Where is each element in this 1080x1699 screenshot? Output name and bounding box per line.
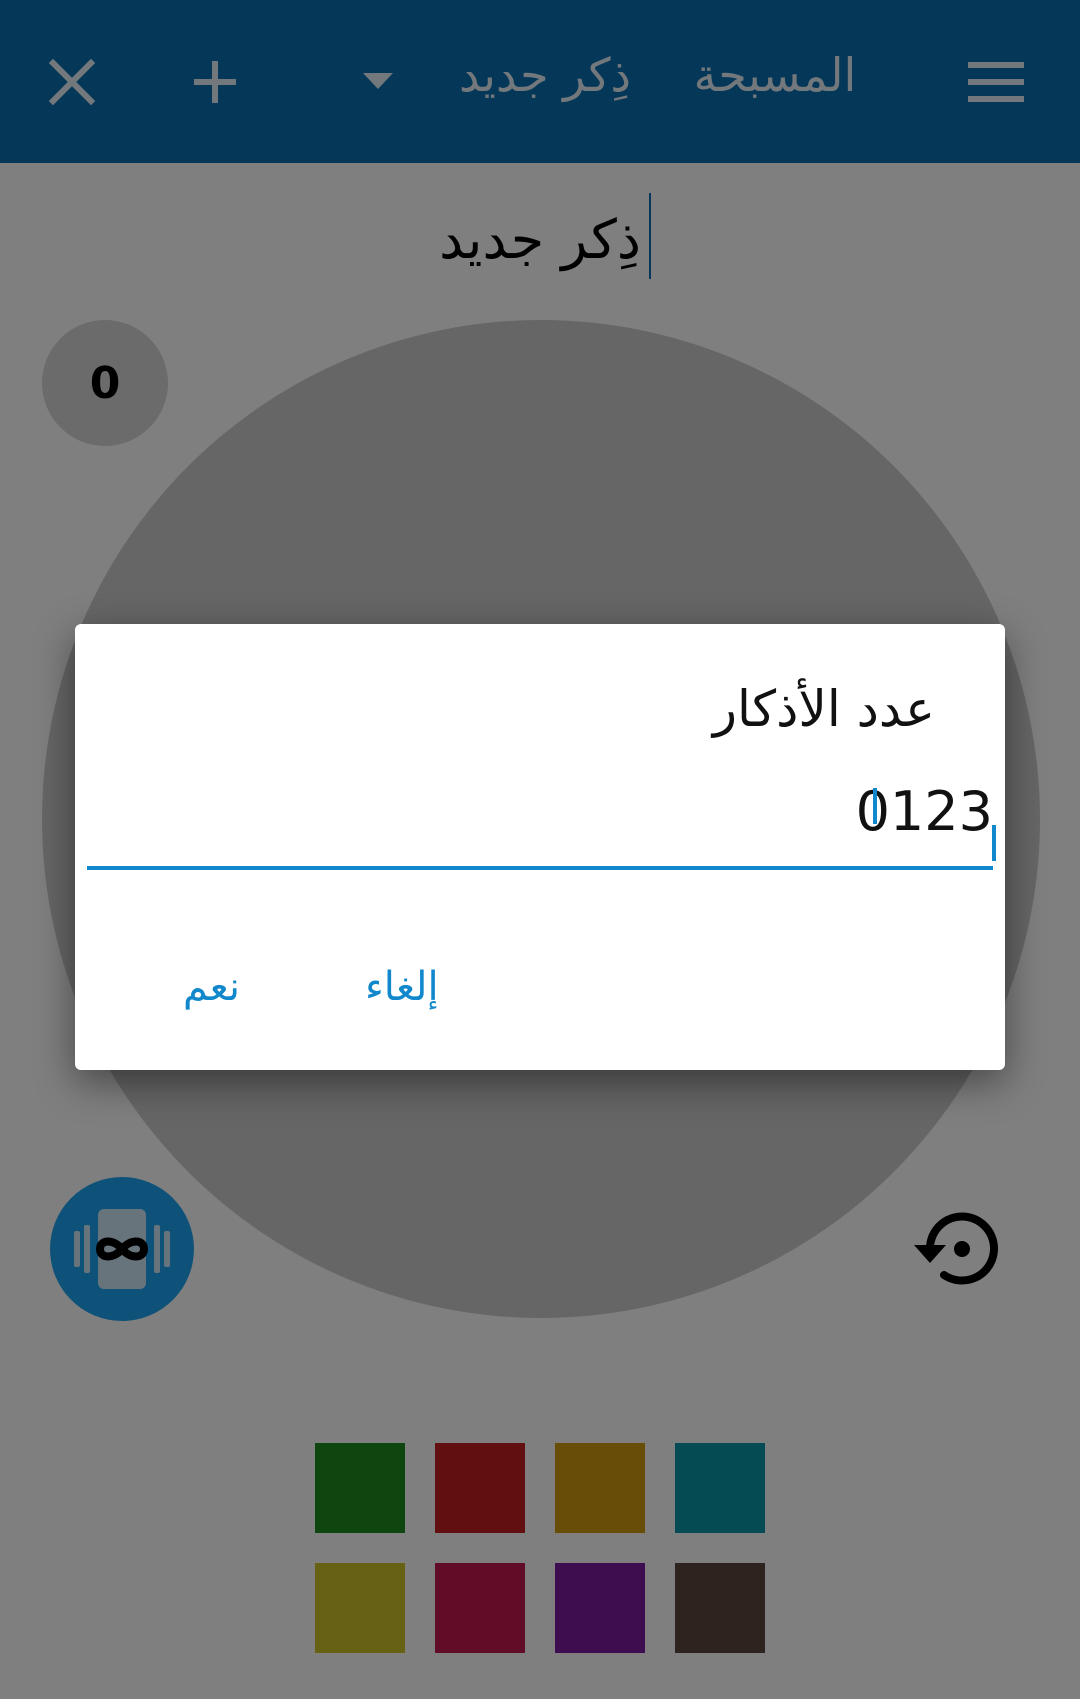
selection-handle-start[interactable]: [873, 788, 877, 824]
cancel-button[interactable]: إلغاء: [365, 952, 439, 1022]
selection-handle-end[interactable]: [992, 825, 996, 861]
input-underline: [87, 866, 993, 870]
count-dialog: عدد الأذكار 0123 إلغاء نعم: [75, 624, 1005, 1070]
dialog-title: عدد الأذكار: [712, 680, 935, 738]
ok-button[interactable]: نعم: [183, 952, 240, 1022]
count-input-field[interactable]: 0123: [87, 776, 993, 848]
